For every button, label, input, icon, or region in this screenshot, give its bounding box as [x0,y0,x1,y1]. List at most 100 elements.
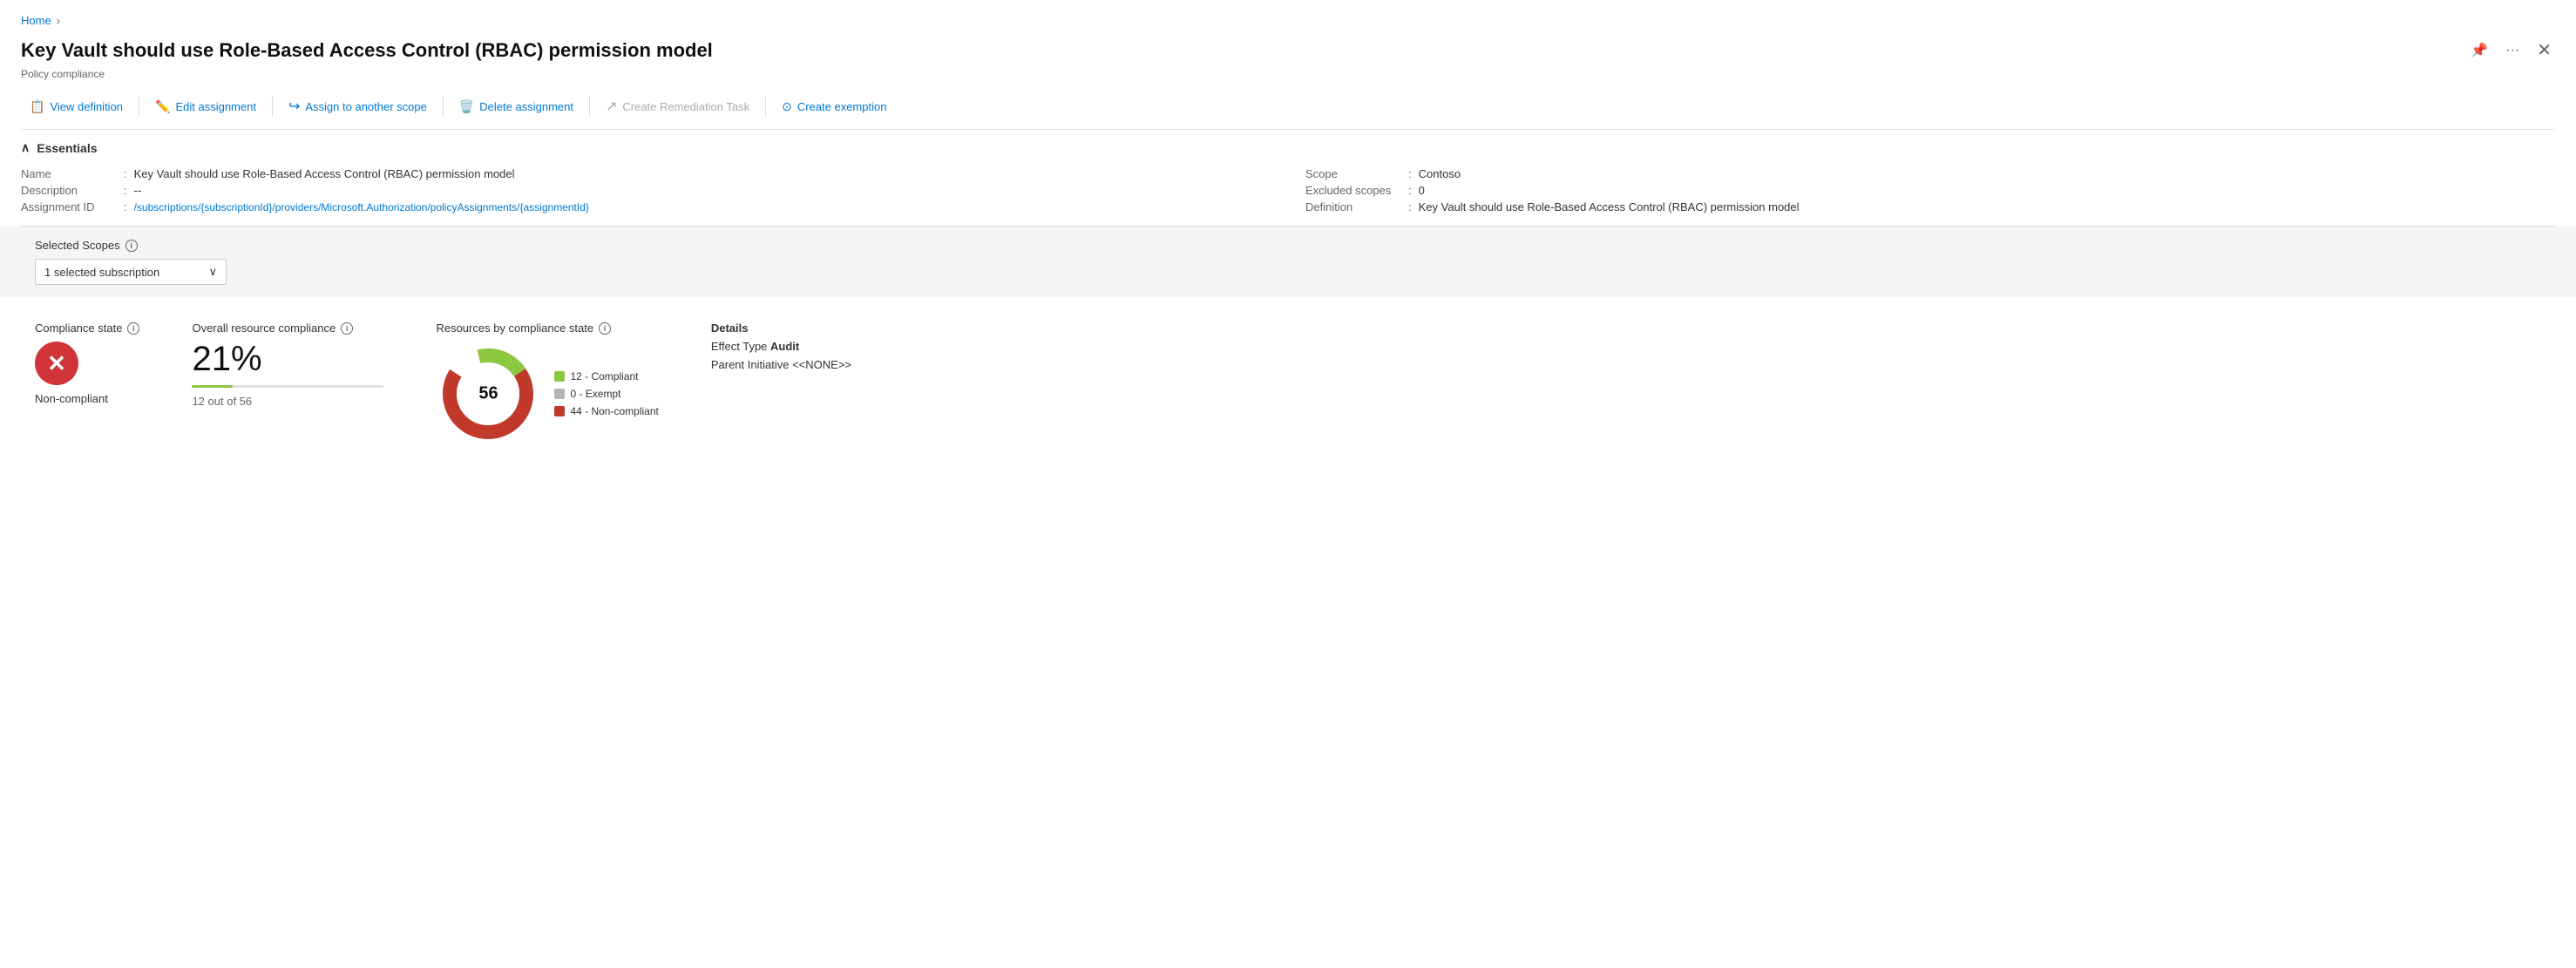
create-remediation-label: Create Remediation Task [622,100,749,113]
assign-scope-icon: ↪ [288,98,300,115]
compliance-status: Non-compliant [35,392,139,405]
page-subtitle: Policy compliance [21,68,2555,80]
field-assignment-id-value[interactable]: /subscriptions/{subscriptionId}/provider… [134,201,589,213]
resources-by-state-title: Resources by compliance state i [436,322,658,335]
essentials-section: ∧ Essentials Name : Key Vault should use… [21,130,2555,227]
scopes-label-text: Selected Scopes [35,239,120,252]
toolbar-divider-3 [443,96,444,117]
exempt-label: 0 - Exempt [570,388,620,400]
field-excluded-scopes: Excluded scopes : 0 [1305,182,2555,199]
essentials-toggle[interactable]: ∧ Essentials [21,140,2555,155]
pin-icon[interactable]: 📌 [2467,38,2491,63]
page-title: Key Vault should use Role-Based Access C… [21,39,2457,62]
exemption-icon: ⊙ [782,99,792,114]
compliance-state-label: Compliance state [35,322,122,335]
field-name-label: Name [21,167,117,180]
field-scope-label: Scope [1305,167,1401,180]
toolbar-divider-4 [589,96,590,117]
chart-block: 56 12 - Compliant 0 - Exempt 44 - Non-co… [436,342,658,446]
exempt-swatch [554,389,565,399]
delete-assignment-label: Delete assignment [479,100,573,113]
effect-type-row: Effect Type Audit [711,340,851,353]
parent-initiative-label: Parent Initiative [711,358,790,371]
legend-non-compliant: 44 - Non-compliant [554,405,658,417]
overall-compliance-block: Overall resource compliance i 21% 12 out… [192,322,383,408]
home-link[interactable]: Home [21,14,51,27]
toolbar-divider-5 [765,96,766,117]
close-icon[interactable]: ✕ [2533,36,2555,64]
compliant-label: 12 - Compliant [570,370,638,382]
resources-by-state-block: Resources by compliance state i 5 [436,322,658,446]
donut-center-value: 56 [478,384,498,404]
field-excluded-scopes-label: Excluded scopes [1305,184,1401,197]
parent-initiative-value: <<NONE>> [792,358,851,371]
more-options-icon[interactable]: ··· [2502,39,2523,62]
field-assignment-id-label: Assignment ID [21,200,117,213]
create-exemption-button[interactable]: ⊙ Create exemption [773,94,895,119]
breadcrumb-separator: › [57,14,60,27]
edit-icon: ✏️ [155,99,170,114]
compliance-state-title: Compliance state i [35,322,139,335]
donut-chart: 56 [436,342,540,446]
edit-assignment-button[interactable]: ✏️ Edit assignment [146,94,265,119]
field-description: Description : -- [21,182,1271,199]
remediation-icon: ↗ [606,98,617,115]
field-name: Name : Key Vault should use Role-Based A… [21,166,1271,182]
scope-dropdown-value: 1 selected subscription [44,266,159,279]
view-definition-button[interactable]: 📋 View definition [21,94,132,119]
essentials-title: Essentials [37,141,97,155]
chart-legend: 12 - Compliant 0 - Exempt 44 - Non-compl… [554,370,658,417]
compliance-bar-fill [192,385,232,388]
field-description-label: Description [21,184,117,197]
overall-compliance-title: Overall resource compliance i [192,322,383,335]
scopes-label: Selected Scopes i [35,239,2541,252]
view-definition-label: View definition [50,100,123,113]
overall-compliance-info-icon[interactable]: i [341,322,353,335]
x-mark: ✕ [47,350,66,377]
assign-scope-button[interactable]: ↪ Assign to another scope [280,92,436,120]
compliant-swatch [554,371,565,382]
toolbar: 📋 View definition ✏️ Edit assignment ↪ A… [21,92,2555,130]
details-title: Details [711,322,851,335]
view-definition-icon: 📋 [30,99,44,114]
legend-exempt: 0 - Exempt [554,388,658,400]
overall-compliance-detail: 12 out of 56 [192,395,383,408]
compliance-bar [192,385,383,388]
field-assignment-id: Assignment ID : /subscriptions/{subscrip… [21,199,1271,215]
non-compliant-label: 44 - Non-compliant [570,405,658,417]
assign-scope-label: Assign to another scope [305,100,426,113]
field-excluded-scopes-value: 0 [1419,184,1425,197]
toolbar-divider-2 [272,96,273,117]
legend-compliant: 12 - Compliant [554,370,658,382]
metrics-section: Compliance state i ✕ Non-compliant Overa… [21,297,2555,470]
overall-compliance-percent: 21% [192,342,383,376]
breadcrumb: Home › [21,14,2555,27]
overall-compliance-label: Overall resource compliance [192,322,336,335]
scopes-info-icon[interactable]: i [125,240,138,252]
effect-type-value: Audit [770,340,799,353]
field-definition-value: Key Vault should use Role-Based Access C… [1419,200,1800,213]
field-description-value: -- [134,184,142,197]
parent-initiative-row: Parent Initiative <<NONE>> [711,358,851,371]
compliance-state-info-icon[interactable]: i [127,322,139,335]
details-block: Details Effect Type Audit Parent Initiat… [711,322,851,371]
resources-by-state-info-icon[interactable]: i [599,322,611,335]
essentials-left: Name : Key Vault should use Role-Based A… [21,166,1271,215]
essentials-grid: Name : Key Vault should use Role-Based A… [21,166,2555,215]
delete-assignment-button[interactable]: 🗑️ Delete assignment [451,94,582,119]
delete-icon: 🗑️ [459,99,474,114]
essentials-chevron: ∧ [21,140,30,155]
scope-dropdown[interactable]: 1 selected subscription ∨ [35,259,227,285]
field-scope: Scope : Contoso [1305,166,2555,182]
essentials-right: Scope : Contoso Excluded scopes : 0 Defi… [1305,166,2555,215]
edit-assignment-label: Edit assignment [175,100,256,113]
create-remediation-button[interactable]: ↗ Create Remediation Task [597,92,758,120]
scopes-section: Selected Scopes i 1 selected subscriptio… [0,227,2576,297]
field-name-value: Key Vault should use Role-Based Access C… [134,167,515,180]
non-compliant-icon: ✕ [35,342,78,385]
field-definition: Definition : Key Vault should use Role-B… [1305,199,2555,215]
field-definition-label: Definition [1305,200,1401,213]
non-compliant-swatch [554,406,565,416]
effect-type-label: Effect Type [711,340,768,353]
resources-by-state-label: Resources by compliance state [436,322,593,335]
